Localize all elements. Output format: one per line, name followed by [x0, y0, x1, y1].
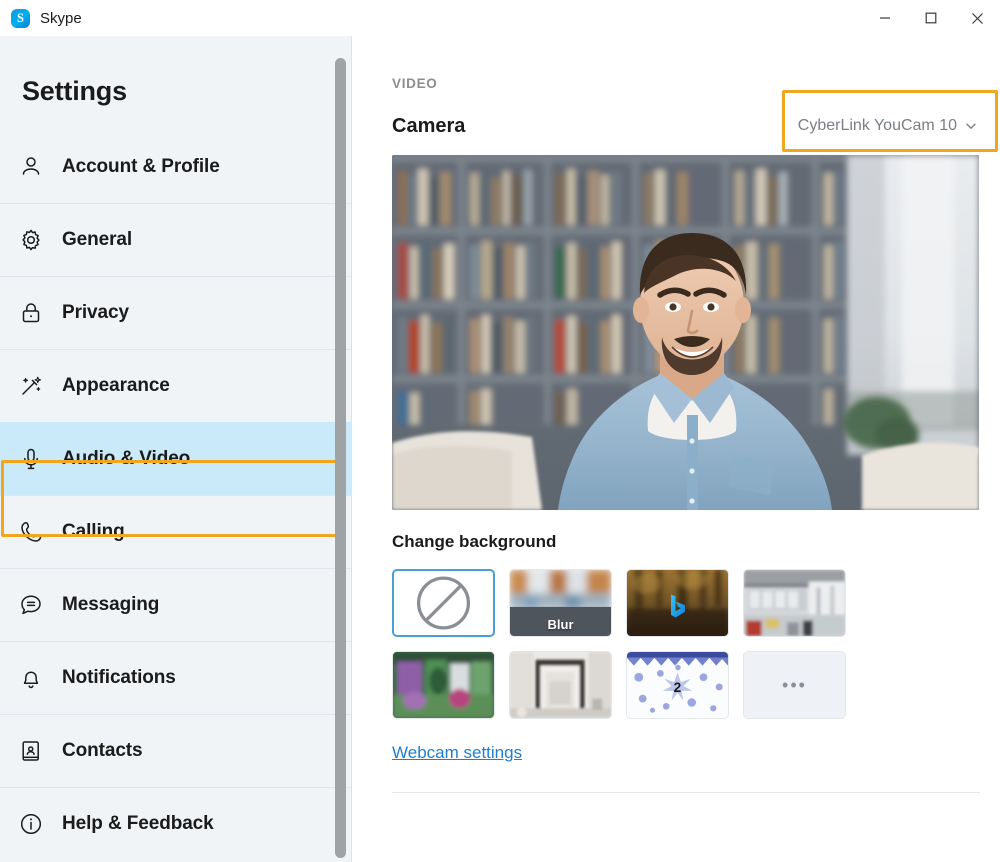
green-room-thumbnail	[393, 652, 494, 718]
sidebar-item-label: Contacts	[62, 740, 143, 762]
background-option-blue-pattern[interactable]: 2	[626, 651, 729, 719]
sidebar-scrollbar[interactable]	[335, 36, 346, 862]
section-divider	[392, 792, 980, 793]
background-option-more[interactable]: •••	[743, 651, 846, 719]
camera-select-wrapper: CyberLink YouCam 10	[798, 117, 978, 135]
title-bar: S Skype	[0, 0, 1000, 36]
sidebar-item-label: Appearance	[62, 375, 170, 397]
sidebar-item-calling[interactable]: Calling	[0, 495, 351, 568]
change-background-title: Change background	[392, 532, 1000, 552]
phone-icon	[14, 515, 48, 549]
contact-book-icon	[14, 734, 48, 768]
person-icon	[14, 150, 48, 184]
background-options-grid: Blur	[392, 569, 862, 719]
skype-logo-icon: S	[11, 9, 30, 28]
skype-settings-window: S Skype Setting	[0, 0, 1000, 862]
office-thumbnail	[744, 570, 845, 636]
bing-logo-icon	[669, 593, 686, 618]
sidebar-item-privacy[interactable]: Privacy	[0, 276, 351, 349]
microphone-icon	[14, 442, 48, 476]
chevron-down-icon	[964, 119, 978, 133]
lock-icon	[14, 296, 48, 330]
camera-row: Camera CyberLink YouCam 10	[392, 110, 1000, 142]
sidebar-item-notifications[interactable]: Notifications	[0, 641, 351, 714]
minimize-icon	[878, 11, 892, 25]
background-option-green-room[interactable]	[392, 651, 495, 719]
sidebar-item-contacts[interactable]: Contacts	[0, 714, 351, 787]
no-background-icon	[394, 571, 493, 635]
bell-icon	[14, 661, 48, 695]
chat-bubble-icon	[14, 588, 48, 622]
sidebar-item-label: Calling	[62, 521, 125, 543]
sidebar-item-label: Notifications	[62, 667, 176, 689]
sidebar-item-label: Account & Profile	[62, 156, 220, 178]
sidebar-item-appearance[interactable]: Appearance	[0, 349, 351, 422]
maximize-icon	[924, 11, 938, 25]
background-option-office-interior[interactable]	[743, 569, 846, 637]
settings-sidebar: Settings Account & Profile	[0, 36, 352, 862]
white-hallway-thumbnail	[510, 652, 611, 718]
sidebar-item-messaging[interactable]: Messaging	[0, 568, 351, 641]
magic-wand-icon	[14, 369, 48, 403]
background-option-blur[interactable]: Blur	[509, 569, 612, 637]
blue-pattern-thumbnail: 2	[627, 652, 728, 718]
sidebar-item-label: Privacy	[62, 302, 129, 324]
svg-text:2: 2	[674, 680, 682, 695]
sidebar-item-help-feedback[interactable]: Help & Feedback	[0, 787, 351, 860]
gear-icon	[14, 223, 48, 257]
sidebar-item-account-profile[interactable]: Account & Profile	[0, 130, 351, 203]
camera-label: Camera	[392, 115, 465, 138]
window-body: Settings Account & Profile	[0, 36, 1000, 862]
sidebar-item-label: Help & Feedback	[62, 813, 214, 835]
camera-dropdown[interactable]: CyberLink YouCam 10	[798, 117, 978, 135]
window-controls	[862, 0, 1000, 36]
sidebar-scrollbar-thumb[interactable]	[335, 58, 346, 858]
sidebar-item-audio-video[interactable]: Audio & Video	[0, 422, 351, 495]
blur-caption: Blur	[510, 612, 611, 636]
title-bar-brand: S Skype	[0, 9, 82, 28]
close-button[interactable]	[954, 0, 1000, 36]
maximize-button[interactable]	[908, 0, 954, 36]
settings-content-panel: VIDEO Camera CyberLink YouCam 10	[352, 36, 1000, 862]
page-title: Settings	[0, 36, 351, 107]
camera-preview-image	[392, 155, 979, 510]
section-label-video: VIDEO	[392, 36, 1000, 91]
info-circle-icon	[14, 807, 48, 841]
sidebar-item-label: Messaging	[62, 594, 159, 616]
background-option-no-background[interactable]	[392, 569, 495, 637]
close-icon	[970, 11, 985, 26]
sidebar-item-label: General	[62, 229, 132, 251]
camera-dropdown-value: CyberLink YouCam 10	[798, 117, 957, 135]
background-option-white-hallway[interactable]	[509, 651, 612, 719]
camera-preview[interactable]	[392, 155, 979, 510]
webcam-settings-link[interactable]: Webcam settings	[392, 743, 522, 763]
settings-nav-list: Account & Profile General	[0, 130, 351, 860]
background-option-forest-bing[interactable]	[626, 569, 729, 637]
sidebar-item-general[interactable]: General	[0, 203, 351, 276]
minimize-button[interactable]	[862, 0, 908, 36]
sidebar-item-label: Audio & Video	[62, 448, 190, 470]
app-title: Skype	[40, 10, 82, 27]
